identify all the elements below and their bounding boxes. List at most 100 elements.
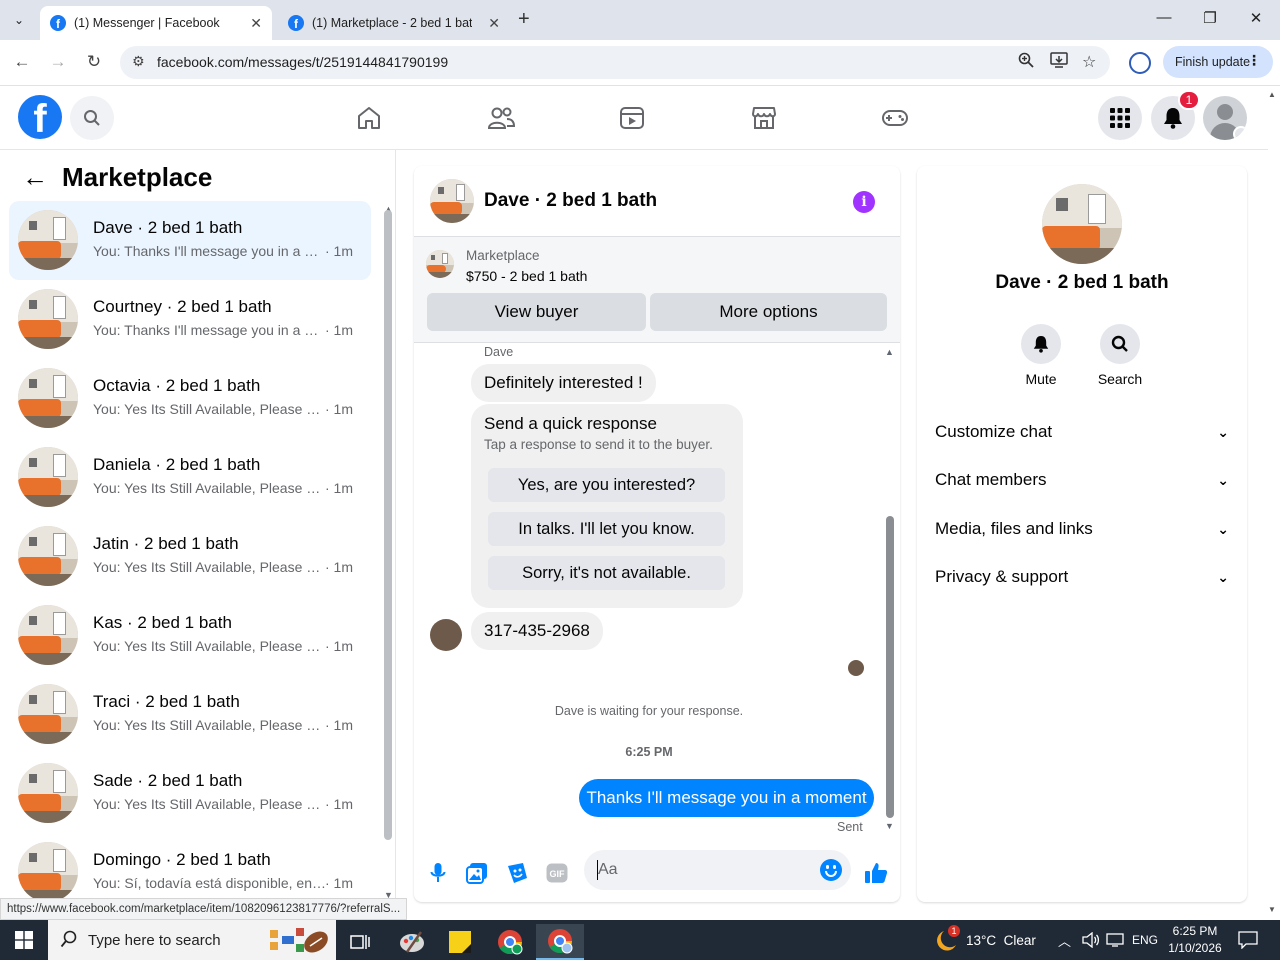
grid-menu-icon bbox=[1110, 108, 1130, 128]
tab-search-dropdown[interactable]: ⌄ bbox=[6, 8, 32, 32]
sticker-icon[interactable] bbox=[505, 861, 529, 885]
browser-profile-icon[interactable] bbox=[1129, 52, 1151, 74]
finish-update-button[interactable]: Finish update ⋮ bbox=[1163, 46, 1273, 78]
chat-scroll-down-icon[interactable]: ▼ bbox=[885, 821, 894, 831]
volume-icon[interactable] bbox=[1082, 920, 1100, 960]
network-icon[interactable] bbox=[1106, 920, 1124, 960]
conversation-item[interactable]: Sade · 2 bed 1 bath You: Yes Its Still Av… bbox=[9, 754, 371, 833]
message-input[interactable]: Aa bbox=[584, 850, 851, 890]
conversation-item[interactable]: Courtney · 2 bed 1 bath You: Thanks I'll … bbox=[9, 280, 371, 359]
weather-widget[interactable]: 1 13°C Clear bbox=[934, 920, 1036, 960]
info-icon[interactable]: i bbox=[853, 191, 875, 213]
conversation-time: · 1m bbox=[325, 480, 353, 496]
chrome-active-window-icon[interactable] bbox=[536, 924, 584, 960]
back-arrow-icon[interactable]: ← bbox=[22, 162, 52, 193]
page-scroll-down-icon[interactable]: ▼ bbox=[1268, 905, 1276, 914]
close-tab-icon[interactable]: ✕ bbox=[488, 15, 500, 32]
customize-chat-row[interactable]: Customize chat ⌄ bbox=[935, 417, 1229, 447]
quick-response-card: Send a quick response Tap a response to … bbox=[471, 404, 743, 608]
conversation-item[interactable]: Traci · 2 bed 1 bath You: Yes Its Still A… bbox=[9, 675, 371, 754]
new-tab-icon[interactable]: + bbox=[518, 8, 530, 31]
microphone-icon[interactable] bbox=[426, 861, 450, 885]
close-window-icon[interactable]: ✕ bbox=[1246, 9, 1266, 27]
chrome-profile-icon[interactable] bbox=[486, 924, 534, 960]
quick-response-not-available-button[interactable]: Sorry, it's not available. bbox=[488, 556, 725, 590]
nav-video[interactable] bbox=[612, 101, 652, 135]
quick-response-in-talks-button[interactable]: In talks. I'll let you know. bbox=[488, 512, 725, 546]
chat-scroll-up-icon[interactable]: ▲ bbox=[885, 347, 894, 357]
page-scroll-up-icon[interactable]: ▲ bbox=[1268, 90, 1276, 99]
conversation-item[interactable]: Dave · 2 bed 1 bath You: Thanks I'll mess… bbox=[9, 201, 371, 280]
notification-center-icon[interactable] bbox=[1238, 920, 1258, 960]
chat-title[interactable]: Dave · 2 bed 1 bath bbox=[484, 190, 657, 212]
nav-friends[interactable] bbox=[481, 101, 521, 135]
language-indicator[interactable]: ENG bbox=[1132, 920, 1158, 960]
nav-home[interactable] bbox=[349, 101, 389, 135]
like-thumbs-up-icon[interactable] bbox=[864, 861, 888, 885]
message-composer: GIF Aa bbox=[414, 846, 900, 902]
listing-label: Marketplace bbox=[466, 248, 540, 263]
minimize-icon[interactable]: — bbox=[1154, 9, 1174, 26]
tray-chevron-icon[interactable]: ︿ bbox=[1058, 920, 1071, 960]
facebook-logo[interactable]: f bbox=[18, 95, 62, 139]
conversation-name: Octavia · 2 bed 1 bath bbox=[93, 376, 261, 395]
gif-icon[interactable]: GIF bbox=[545, 861, 569, 885]
site-info-icon[interactable]: ⚙ bbox=[132, 53, 145, 70]
section-label: Customize chat bbox=[935, 422, 1053, 441]
search-button[interactable] bbox=[70, 96, 114, 140]
menu-button[interactable] bbox=[1098, 96, 1142, 140]
mute-button[interactable]: Mute bbox=[1011, 324, 1071, 387]
nav-marketplace[interactable] bbox=[744, 101, 784, 135]
address-bar[interactable]: ⚙ facebook.com/messages/t/25191448417901… bbox=[120, 46, 1110, 79]
media-files-links-row[interactable]: Media, files and links ⌄ bbox=[935, 514, 1229, 544]
emoji-icon[interactable] bbox=[820, 859, 842, 881]
account-avatar[interactable]: ⌄ bbox=[1203, 96, 1247, 140]
conversation-item[interactable]: Jatin · 2 bed 1 bath You: Yes Its Still A… bbox=[9, 517, 371, 596]
conversation-name: Domingo · 2 bed 1 bath bbox=[93, 850, 271, 869]
marketplace-icon bbox=[752, 107, 776, 129]
tab-marketplace[interactable]: f (1) Marketplace - 2 bed 1 bath | ✕ bbox=[278, 6, 510, 40]
message-timestamp: 6:25 PM bbox=[625, 745, 673, 759]
mute-label: Mute bbox=[1025, 371, 1057, 387]
search-in-chat-button[interactable]: Search bbox=[1090, 324, 1150, 387]
bookmark-star-icon[interactable]: ☆ bbox=[1082, 52, 1096, 72]
conversation-item[interactable]: Daniela · 2 bed 1 bath You: Yes Its Still… bbox=[9, 438, 371, 517]
conversation-item[interactable]: Kas · 2 bed 1 bath You: Yes Its Still Ava… bbox=[9, 596, 371, 675]
tab-messenger[interactable]: f (1) Messenger | Facebook ✕ bbox=[40, 6, 272, 40]
sender-avatar[interactable] bbox=[430, 619, 462, 651]
conversation-avatar bbox=[18, 842, 78, 902]
zoom-icon[interactable] bbox=[1018, 52, 1034, 73]
chat-scrollbar[interactable] bbox=[886, 516, 894, 818]
chat-avatar[interactable] bbox=[430, 179, 474, 223]
search-highlight-icon bbox=[268, 924, 332, 960]
close-tab-icon[interactable]: ✕ bbox=[250, 15, 262, 32]
install-app-icon[interactable] bbox=[1050, 52, 1068, 73]
conversation-avatar bbox=[18, 605, 78, 665]
start-button[interactable] bbox=[0, 920, 48, 960]
paint-app-icon[interactable] bbox=[388, 924, 436, 960]
privacy-support-row[interactable]: Privacy & support ⌄ bbox=[935, 562, 1229, 592]
conversation-item[interactable]: Octavia · 2 bed 1 bath You: Yes Its Still… bbox=[9, 359, 371, 438]
back-icon[interactable]: ← bbox=[11, 52, 33, 72]
section-label: Media, files and links bbox=[935, 519, 1093, 538]
reload-icon[interactable]: ↻ bbox=[83, 52, 105, 72]
profile-avatar[interactable] bbox=[1042, 184, 1122, 264]
nav-gaming[interactable] bbox=[875, 101, 915, 135]
panel-title: Marketplace bbox=[62, 162, 213, 192]
view-buyer-button[interactable]: View buyer bbox=[427, 293, 646, 331]
photo-icon[interactable] bbox=[465, 861, 489, 885]
task-view-icon[interactable] bbox=[336, 924, 384, 960]
finish-update-label: Finish update bbox=[1175, 55, 1251, 69]
forward-icon[interactable]: → bbox=[47, 52, 69, 72]
restore-icon[interactable]: ❐ bbox=[1200, 9, 1220, 27]
system-clock[interactable]: 6:25 PM 1/10/2026 bbox=[1165, 923, 1225, 957]
taskbar-search-box[interactable]: Type here to search bbox=[48, 920, 336, 960]
home-icon bbox=[358, 107, 380, 129]
conversation-scrollbar[interactable] bbox=[384, 210, 392, 840]
quick-response-yes-button[interactable]: Yes, are you interested? bbox=[488, 468, 725, 502]
profile-name[interactable]: Dave · 2 bed 1 bath bbox=[917, 272, 1247, 294]
sticky-notes-icon[interactable] bbox=[436, 924, 484, 960]
browser-menu-icon[interactable]: ⋮ bbox=[1247, 52, 1261, 69]
chat-members-row[interactable]: Chat members ⌄ bbox=[935, 465, 1229, 495]
more-options-button[interactable]: More options bbox=[650, 293, 887, 331]
